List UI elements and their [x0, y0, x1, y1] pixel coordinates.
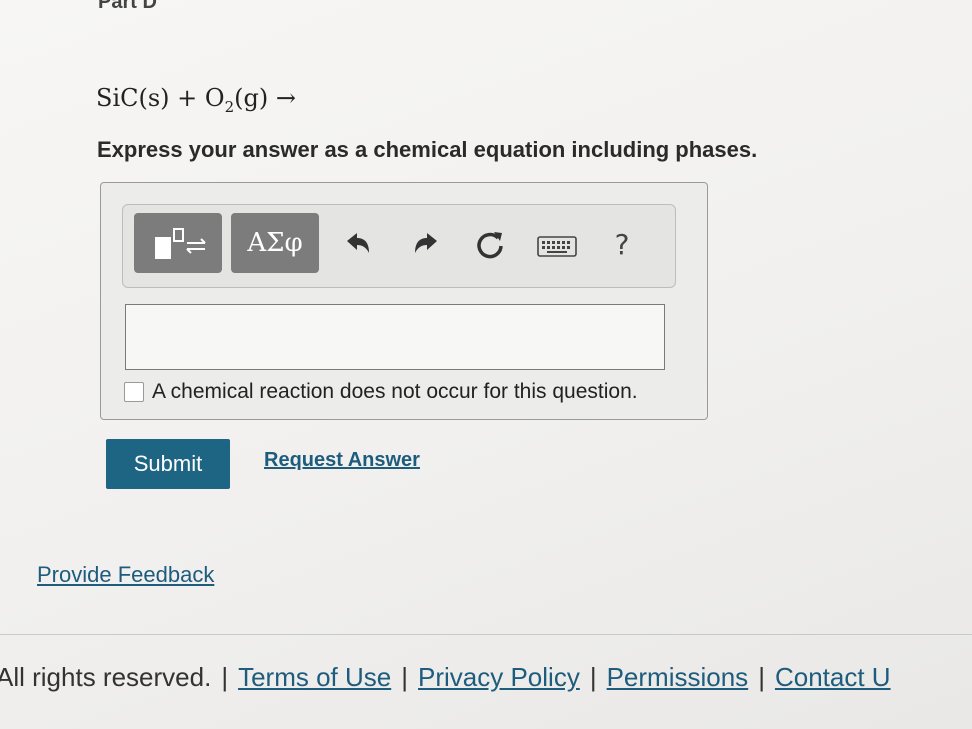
keyboard-button[interactable]	[535, 230, 579, 262]
footer-separator: |	[758, 662, 765, 692]
submit-button[interactable]: Submit	[106, 439, 230, 489]
o2-symbol: O	[204, 84, 225, 112]
footer-divider	[0, 634, 972, 635]
redo-button[interactable]	[408, 226, 444, 262]
question-instruction: Express your answer as a chemical equati…	[97, 137, 758, 162]
help-button[interactable]: ?	[604, 224, 640, 264]
reset-button[interactable]	[471, 226, 509, 264]
answer-input[interactable]	[125, 304, 665, 370]
footer-separator: |	[221, 662, 229, 692]
footer-separator: |	[589, 662, 597, 692]
undo-icon	[347, 233, 369, 253]
footer-rights: All rights reserved.	[0, 662, 212, 692]
request-answer-link[interactable]: Request Answer	[264, 449, 420, 472]
terms-of-use-link[interactable]: Terms of Use	[238, 662, 391, 693]
permissions-link[interactable]: Permissions	[607, 662, 749, 693]
no-reaction-option: A chemical reaction does not occur for t…	[124, 380, 638, 404]
reactant-1: SiC(s)	[96, 84, 170, 112]
reset-icon	[477, 232, 503, 259]
provide-feedback-link[interactable]: Provide Feedback	[37, 562, 214, 588]
template-button[interactable]	[134, 213, 222, 273]
reaction-equation: SiC(s) + O2(g) →	[96, 84, 296, 116]
greek-symbols-button[interactable]: ΑΣφ	[231, 213, 319, 273]
undo-button[interactable]	[340, 226, 376, 262]
plus-sign: +	[177, 84, 198, 112]
keyboard-icon	[537, 236, 577, 257]
part-label: Part D	[98, 0, 157, 13]
reactant-2: O2(g)	[204, 84, 269, 116]
no-reaction-label[interactable]: A chemical reaction does not occur for t…	[152, 380, 638, 404]
o2-phase: (g)	[234, 84, 269, 112]
reaction-arrow: →	[275, 84, 296, 112]
template-icon	[155, 228, 206, 259]
privacy-policy-link[interactable]: Privacy Policy	[418, 662, 580, 693]
footer: All rights reserved. | Terms of Use | Pr…	[0, 662, 891, 693]
no-reaction-checkbox[interactable]	[124, 382, 144, 402]
o2-subscript: 2	[224, 97, 235, 116]
footer-separator: |	[401, 662, 408, 692]
contact-us-link[interactable]: Contact U	[775, 662, 891, 693]
redo-icon	[415, 233, 437, 253]
